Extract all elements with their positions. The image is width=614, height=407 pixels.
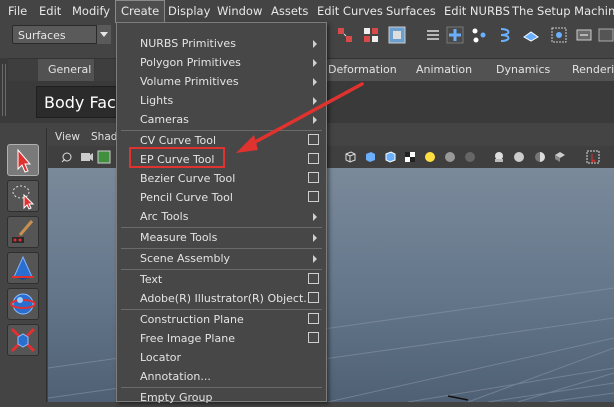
menu-file[interactable]: File [3,0,32,23]
move-cone-icon [12,255,34,280]
shadows-icon[interactable] [443,150,457,164]
grid-toggle-icon[interactable] [97,150,111,164]
menu-item-lights[interactable]: Lights [117,91,326,110]
menu-setup-machine[interactable]: The Setup Machine [507,0,614,23]
smooth-shade-icon[interactable] [363,150,377,164]
option-box-icon[interactable] [308,292,319,303]
option-box-icon[interactable] [308,191,319,202]
menu-item-text[interactable]: Text [117,270,326,289]
menu-item-nurbs-primitives[interactable]: NURBS Primitives [117,34,326,53]
menu-create[interactable]: Create [115,0,166,23]
select-tool-button[interactable] [7,144,39,176]
rotate-sphere-icon [10,293,36,315]
textured-icon[interactable] [403,150,417,164]
submenu-arrow-icon [313,116,317,124]
xray-icon[interactable] [492,150,506,164]
menu-item-locator[interactable]: Locator [117,348,326,367]
component-mode-icon[interactable] [362,26,380,44]
menu-item-polygon-primitives[interactable]: Polygon Primitives [117,53,326,72]
submenu-arrow-icon [313,97,317,105]
menu-item-illustrator-object[interactable]: Adobe(R) Illustrator(R) Object... [117,289,326,308]
option-box-icon[interactable] [308,153,319,164]
snap-select-icon[interactable] [336,26,354,44]
menu-item-arc-tools[interactable]: Arc Tools [117,207,326,226]
tab-rendering[interactable]: Rendering [562,59,614,81]
option-box-icon[interactable] [308,332,319,343]
option-box-icon[interactable] [308,134,319,145]
tab-dynamics[interactable]: Dynamics [486,59,563,81]
gate-mask-icon[interactable] [586,150,600,164]
move-tool-button[interactable] [7,252,39,284]
submenu-arrow-icon [313,59,317,67]
camera-attr-icon[interactable] [80,150,94,164]
wireframe-icon[interactable] [343,150,357,164]
lasso-select-icon [12,185,35,210]
snap-view-icon[interactable] [497,26,515,44]
menu-edit-curves[interactable]: Edit Curves [312,0,388,23]
option-box-icon[interactable] [308,172,319,183]
menu-surfaces[interactable]: Surfaces [381,0,441,23]
viewport-menu-shading[interactable]: Shad [91,131,117,143]
menu-item-construction-plane[interactable]: Construction Plane [117,310,326,329]
menu-edit[interactable]: Edit [34,0,66,23]
menu-item-volume-primitives[interactable]: Volume Primitives [117,72,326,91]
snap-curve-icon[interactable] [446,26,464,44]
submenu-arrow-icon [313,213,317,221]
xray-joints-icon[interactable] [512,150,526,164]
option-box-icon[interactable] [308,313,319,324]
submenu-arrow-icon [313,40,317,48]
menu-item-free-image-plane[interactable]: Free Image Plane [117,329,326,348]
ambient-occlusion-icon[interactable] [463,150,477,164]
xray-components-icon[interactable] [533,150,547,164]
snap-grid-icon[interactable] [424,26,442,44]
toolbox [0,128,47,402]
menu-item-pencil-curve-tool[interactable]: Pencil Curve Tool [117,188,326,207]
create-menu-dropdown: NURBS Primitives Polygon Primitives Volu… [116,22,327,404]
submenu-arrow-icon [313,78,317,86]
chevron-down-icon[interactable] [96,25,111,44]
tab-general[interactable]: General [38,59,95,81]
render-icon[interactable] [598,26,614,44]
highlight-rectangle [129,147,225,168]
menu-window[interactable]: Window [212,0,267,23]
make-live-icon[interactable] [550,26,568,44]
wire-on-shaded-icon[interactable] [383,150,397,164]
snap-point-icon[interactable] [470,26,488,44]
scale-cube-icon [10,327,36,353]
lighting-icon[interactable] [423,150,437,164]
submenu-arrow-icon [313,234,317,242]
submenu-arrow-icon [313,255,317,263]
menu-modify[interactable]: Modify [67,0,115,23]
tab-animation[interactable]: Animation [406,59,487,81]
menu-item-annotation[interactable]: Annotation... [117,367,326,386]
select-arrow-icon [17,148,32,173]
rotate-tool-button[interactable] [7,288,39,320]
menu-item-measure-tools[interactable]: Measure Tools [117,228,326,247]
object-mode-icon[interactable] [388,26,406,44]
scale-tool-button[interactable] [7,324,39,356]
menu-edit-nurbs[interactable]: Edit NURBS [439,0,515,23]
paint-select-icon [12,220,34,243]
menu-assets[interactable]: Assets [266,0,313,23]
camera-select-icon[interactable] [60,150,74,164]
isolate-select-icon[interactable] [553,150,567,164]
menu-display[interactable]: Display [163,0,215,23]
snap-surface-icon[interactable] [522,26,540,44]
history-icon[interactable] [575,26,593,44]
menu-item-scene-assembly[interactable]: Scene Assembly [117,249,326,268]
main-menubar: File Edit Modify Create Display Window A… [0,0,614,24]
lasso-tool-button[interactable] [7,180,39,212]
tab-deformation[interactable]: Deformation [318,59,407,81]
menu-item-cameras[interactable]: Cameras [117,110,326,129]
viewport-menu-view[interactable]: View [55,131,80,143]
paint-select-tool-button[interactable] [7,216,39,248]
menu-item-empty-group[interactable]: Empty Group [117,388,326,407]
option-box-icon[interactable] [308,273,319,284]
menu-item-bezier-curve-tool[interactable]: Bezier Curve Tool [117,169,326,188]
